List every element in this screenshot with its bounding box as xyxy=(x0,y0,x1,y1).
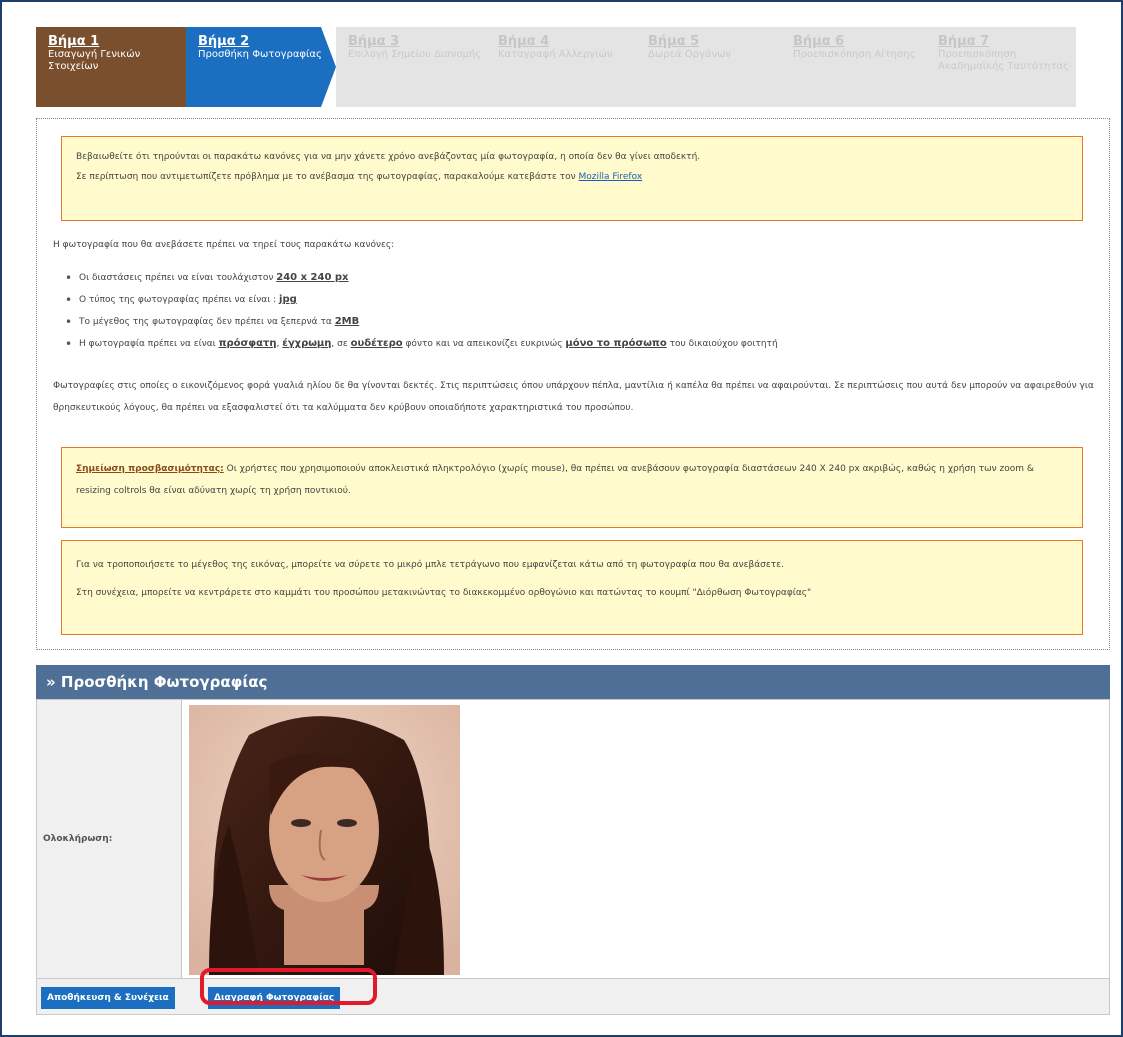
step-2-label: Προσθήκη Φωτογραφίας xyxy=(198,49,322,60)
highlight-ring xyxy=(200,968,377,1005)
wizard-steps: Βήμα 1 Εισαγωγή Γενικών Στοιχείων Βήμα 2… xyxy=(36,27,1076,107)
accessibility-box: Σημείωση προσβασιμότητας: Οι χρήστες που… xyxy=(61,447,1083,528)
step-4-number: Βήμα 4 xyxy=(498,34,550,49)
step-4: Βήμα 4 Καταγραφή Αλλεργιών xyxy=(486,27,636,107)
step-1-number: Βήμα 1 xyxy=(48,34,100,49)
step-4-label: Καταγραφή Αλλεργιών xyxy=(498,49,613,60)
photo-section-title: » Προσθήκη Φωτογραφίας xyxy=(36,665,1110,699)
instructions-panel: Βεβαιωθείτε ότι τηρούνται οι παρακάτω κα… xyxy=(36,118,1110,650)
info-line-2: Σε περίπτωση που αντιμετωπίζετε πρόβλημα… xyxy=(76,172,643,182)
firefox-link[interactable]: Mozilla Firefox xyxy=(578,172,642,182)
step-1[interactable]: Βήμα 1 Εισαγωγή Γενικών Στοιχείων xyxy=(36,27,200,107)
step-5-number: Βήμα 5 xyxy=(648,34,700,49)
rules-list: Οι διαστάσεις πρέπει να είναι τουλάχιστο… xyxy=(63,267,778,355)
rule-type-value: jpg xyxy=(279,294,297,305)
step-5-label: Δωρεά Οργάνων xyxy=(648,49,732,60)
step-7: Βήμα 7 Προεπισκόπηση Ακαδημαϊκής Ταυτότη… xyxy=(926,27,1076,107)
info-line-1: Βεβαιωθείτε ότι τηρούνται οι παρακάτω κα… xyxy=(76,152,701,162)
step-6-number: Βήμα 6 xyxy=(793,34,845,49)
step-1-label: Εισαγωγή Γενικών Στοιχείων xyxy=(48,49,141,72)
photo-actions: Αποθήκευση & Συνέχεια Διαγραφή Φωτογραφί… xyxy=(36,979,1110,1015)
step-3-number: Βήμα 3 xyxy=(348,34,400,49)
step-3: Βήμα 3 Επιλογή Σημείου Διανομής xyxy=(336,27,486,107)
rules-intro: Η φωτογραφία που θα ανεβάσετε πρέπει να … xyxy=(53,240,395,250)
resize-box: Για να τροποποιήσετε το μέγεθος της εικό… xyxy=(61,540,1083,635)
step-7-label: Προεπισκόπηση Ακαδημαϊκής Ταυτότητας xyxy=(938,49,1069,72)
step-6: Βήμα 6 Προεπισκόπηση Αίτησης xyxy=(781,27,931,107)
step-3-label: Επιλογή Σημείου Διανομής xyxy=(348,49,482,60)
step-7-number: Βήμα 7 xyxy=(938,34,990,49)
completion-label: Ολοκλήρωση: xyxy=(37,700,182,978)
accessibility-title: Σημείωση προσβασιμότητας: xyxy=(76,464,224,474)
rule-appearance: Η φωτογραφία πρέπει να είναι πρόσφατη, έ… xyxy=(63,333,778,355)
step-2[interactable]: Βήμα 2 Προσθήκη Φωτογραφίας xyxy=(186,27,336,107)
resize-line-1: Για να τροποποιήσετε το μέγεθος της εικό… xyxy=(76,560,784,570)
step-5: Βήμα 5 Δωρεά Οργάνων xyxy=(636,27,786,107)
rule-size: Το μέγεθος της φωτογραφίας δεν πρέπει να… xyxy=(63,311,778,333)
save-continue-button[interactable]: Αποθήκευση & Συνέχεια xyxy=(41,987,175,1009)
step-2-number: Βήμα 2 xyxy=(198,34,250,49)
glasses-text: Φωτογραφίες στις οποίες ο εικονιζόμενος … xyxy=(53,381,1094,413)
rule-size-value: 2MB xyxy=(334,316,360,327)
photo-section-body: Ολοκλήρωση: xyxy=(36,699,1110,979)
step-6-label: Προεπισκόπηση Αίτησης xyxy=(793,49,916,60)
rule-type: Ο τύπος της φωτογραφίας πρέπει να είναι … xyxy=(63,289,778,311)
info-box: Βεβαιωθείτε ότι τηρούνται οι παρακάτω κα… xyxy=(61,136,1083,221)
rule-dimensions: Οι διαστάσεις πρέπει να είναι τουλάχιστο… xyxy=(63,267,778,289)
resize-line-2: Στη συνέχεια, μπορείτε να κεντράρετε στο… xyxy=(76,588,812,598)
uploaded-photo xyxy=(189,705,460,975)
rule-dimensions-value: 240 x 240 px xyxy=(276,272,349,283)
